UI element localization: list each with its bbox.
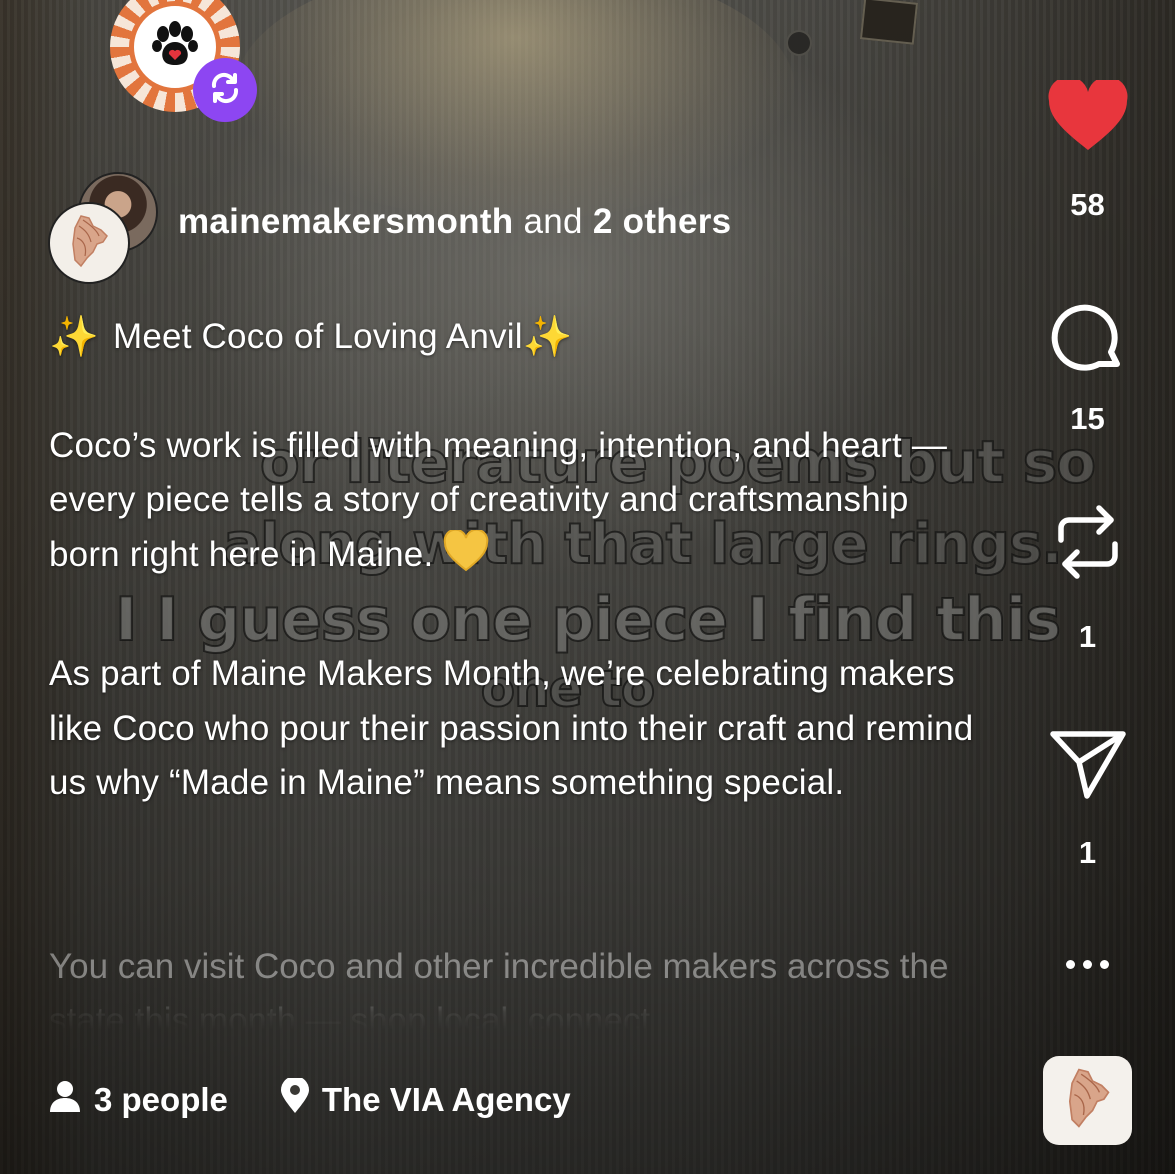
- authors-line[interactable]: mainemakersmonth and 2 others: [178, 202, 731, 242]
- other-authors-link[interactable]: 2 others: [593, 202, 732, 241]
- like-button[interactable]: 58: [1040, 76, 1135, 223]
- person-icon: [48, 1079, 82, 1121]
- maine-map-icon: [67, 214, 111, 273]
- repost-button[interactable]: 1: [1040, 500, 1135, 655]
- send-paper-plane-icon: [1049, 728, 1127, 805]
- like-count: 58: [1070, 187, 1105, 222]
- sparkles-emoji-right: ✨: [522, 315, 573, 359]
- caption-headline: ✨ Meet Coco of Loving Anvil ✨: [49, 310, 989, 365]
- repost-count: 1: [1078, 619, 1097, 654]
- more-options-button[interactable]: [1040, 960, 1135, 969]
- more-horizontal-icon: [1066, 960, 1109, 969]
- video-background[interactable]: or literature poems but so along with th…: [0, 0, 1175, 1174]
- comment-button[interactable]: 15: [1040, 302, 1135, 437]
- yellow-heart-emoji: [443, 528, 489, 571]
- author-avatars[interactable]: [48, 172, 160, 284]
- post-footer: 3 people The VIA Agency: [48, 1076, 571, 1122]
- authors-connector: and: [523, 202, 583, 241]
- repost-icon: [1053, 500, 1123, 589]
- comment-count: 15: [1070, 401, 1105, 436]
- maine-map-icon: [1063, 1065, 1113, 1136]
- share-count: 1: [1078, 835, 1097, 870]
- caption-paragraph-2: As part of Maine Makers Month, we’re cel…: [49, 654, 974, 802]
- caption-paragraph-1: Coco’s work is filled with meaning, inte…: [49, 425, 948, 574]
- tagged-people-label: 3 people: [94, 1081, 228, 1118]
- paw-heart-icon: [149, 18, 201, 77]
- post-caption[interactable]: ✨ Meet Coco of Loving Anvil ✨ Coco’s work…: [49, 310, 989, 811]
- repost-badge: [193, 58, 257, 122]
- sparkles-emoji-left: ✨: [49, 315, 100, 359]
- author-username[interactable]: mainemakersmonth: [178, 202, 513, 241]
- comment-bubble-icon: [1051, 302, 1125, 381]
- tagged-people-button[interactable]: 3 people: [48, 1079, 228, 1121]
- caption-paragraph-3-truncated[interactable]: You can visit Coco and other incredible …: [49, 940, 989, 1030]
- audio-source-thumbnail[interactable]: [1043, 1056, 1132, 1145]
- mainemakersmonth-avatar[interactable]: [48, 202, 130, 284]
- location-label: The VIA Agency: [321, 1081, 571, 1118]
- caption-headline-text: Meet Coco of Loving Anvil: [113, 317, 523, 356]
- repost-badge-icon: [206, 69, 244, 112]
- share-button[interactable]: 1: [1040, 728, 1135, 871]
- location-button[interactable]: The VIA Agency: [280, 1076, 571, 1122]
- location-pin-icon: [280, 1076, 310, 1122]
- heart-icon: [1047, 76, 1129, 157]
